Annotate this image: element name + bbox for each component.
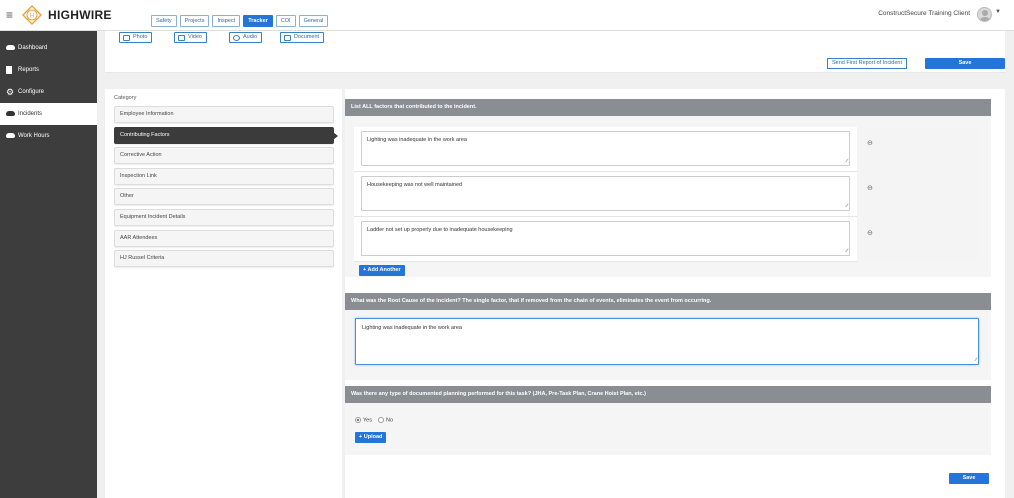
image-icon bbox=[123, 34, 130, 41]
nav-tabs: Safety Projects Inspect Tracker COI Gene… bbox=[151, 15, 329, 27]
audio-button[interactable]: Audio bbox=[229, 32, 263, 43]
video-button[interactable]: Video bbox=[174, 32, 207, 43]
cloud-icon bbox=[6, 110, 15, 118]
document-icon bbox=[284, 34, 291, 41]
hamburger-menu-icon[interactable]: ≡ bbox=[6, 9, 13, 21]
tab-inspect[interactable]: Inspect bbox=[212, 15, 241, 27]
radio-selected-icon bbox=[355, 417, 361, 423]
sidebar-item-configure[interactable]: ⚙ Configure bbox=[0, 81, 97, 103]
category-employee-information[interactable]: Employee Information bbox=[114, 106, 334, 123]
factor-textarea[interactable]: Ladder not set up properly due to inadeq… bbox=[361, 221, 850, 256]
upload-button[interactable]: + Upload bbox=[355, 432, 387, 443]
tab-safety[interactable]: Safety bbox=[151, 15, 177, 27]
avatar[interactable] bbox=[977, 7, 992, 22]
tab-projects[interactable]: Projects bbox=[179, 15, 210, 27]
cloud-icon bbox=[6, 44, 15, 52]
main-content: Photo Video Audio Document Send First Re… bbox=[97, 31, 1014, 498]
factor-row: Lighting was inadequate in the work area… bbox=[354, 127, 977, 172]
remove-circle-icon[interactable]: ⊖ bbox=[867, 139, 873, 147]
category-hj-russel-criteria[interactable]: HJ Russel Criteria bbox=[114, 250, 334, 268]
category-inspection-link[interactable]: Inspection Link bbox=[114, 167, 334, 185]
incident-form: List ALL factors that contributed to the… bbox=[345, 89, 1005, 498]
category-other[interactable]: Other bbox=[114, 188, 334, 206]
planning-radio-group: Yes No bbox=[355, 417, 393, 423]
tab-general[interactable]: General bbox=[298, 15, 329, 27]
add-another-button[interactable]: + Add Another bbox=[359, 265, 405, 276]
sidebar-item-work-hours[interactable]: Work Hours bbox=[0, 125, 97, 147]
factors-section: Lighting was inadequate in the work area… bbox=[345, 116, 991, 277]
cloud-icon bbox=[6, 132, 15, 140]
photo-button[interactable]: Photo bbox=[119, 32, 153, 43]
radio-no[interactable]: No bbox=[377, 417, 393, 423]
category-panel: Category Employee Information Contributi… bbox=[105, 89, 342, 498]
user-silhouette-icon bbox=[982, 10, 988, 16]
remove-circle-icon[interactable]: ⊖ bbox=[867, 229, 873, 237]
planning-header: Was there any type of documented plannin… bbox=[345, 386, 991, 403]
sidebar-item-label: Dashboard bbox=[18, 45, 48, 51]
root-cause-textarea[interactable]: Lighting was inadequate in the work area… bbox=[355, 318, 979, 365]
radio-empty-icon bbox=[377, 417, 384, 423]
media-upload-bar: Photo Video Audio Document Send First Re… bbox=[105, 31, 1005, 73]
highwire-logo-icon: H bbox=[22, 5, 42, 25]
sidebar: Dashboard Reports ⚙ Configure Incidents … bbox=[0, 31, 97, 498]
category-list: Employee Information Contributing Factor… bbox=[114, 106, 338, 271]
sidebar-item-incidents[interactable]: Incidents bbox=[0, 103, 97, 125]
factor-row: Ladder not set up properly due to inadeq… bbox=[354, 217, 977, 262]
factors-header: List ALL factors that contributed to the… bbox=[345, 99, 991, 116]
gear-icon: ⚙ bbox=[6, 87, 15, 97]
resize-grip-icon[interactable]: ∕∕ bbox=[975, 358, 977, 363]
planning-section: Yes No + Upload bbox=[345, 403, 991, 455]
sidebar-item-label: Work Hours bbox=[18, 133, 50, 139]
save-button[interactable]: Save bbox=[949, 473, 989, 484]
audio-icon bbox=[233, 34, 240, 41]
resize-grip-icon[interactable]: ∕∕ bbox=[846, 249, 848, 254]
sidebar-item-reports[interactable]: Reports bbox=[0, 59, 97, 81]
factor-textarea[interactable]: Housekeeping was not well maintained ∕∕ bbox=[361, 176, 850, 211]
brand-name: HIGHWIRE bbox=[48, 8, 112, 22]
category-title: Category bbox=[114, 95, 137, 101]
send-first-report-button[interactable]: Send First Report of Incident bbox=[827, 58, 908, 69]
category-equipment-incident-details[interactable]: Equipment Incident Details bbox=[114, 208, 334, 226]
svg-text:H: H bbox=[30, 14, 34, 20]
category-corrective-action[interactable]: Corrective Action bbox=[114, 147, 334, 165]
sidebar-item-dashboard[interactable]: Dashboard bbox=[0, 37, 97, 59]
root-cause-section: Lighting was inadequate in the work area… bbox=[345, 310, 991, 380]
document-button[interactable]: Document bbox=[280, 32, 325, 43]
document-icon bbox=[6, 66, 14, 74]
resize-grip-icon[interactable]: ∕∕ bbox=[846, 204, 848, 209]
category-contributing-factors[interactable]: Contributing Factors bbox=[114, 126, 338, 144]
caret-down-icon[interactable]: ▼ bbox=[995, 9, 1001, 15]
tab-coi[interactable]: COI bbox=[275, 15, 296, 27]
resize-grip-icon[interactable]: ∕∕ bbox=[846, 159, 848, 164]
root-cause-header: What was the Root Cause of the incident?… bbox=[345, 293, 991, 310]
tab-tracker[interactable]: Tracker bbox=[243, 15, 273, 27]
factor-textarea[interactable]: Lighting was inadequate in the work area… bbox=[361, 131, 850, 166]
radio-yes[interactable]: Yes bbox=[355, 417, 372, 423]
remove-circle-icon[interactable]: ⊖ bbox=[867, 184, 873, 192]
client-name: ConstructSecure Training Client bbox=[878, 10, 970, 17]
sidebar-item-label: Incidents bbox=[18, 111, 43, 117]
category-aar-attendees[interactable]: AAR Attendees bbox=[114, 229, 334, 247]
save-button[interactable]: Save bbox=[925, 58, 1005, 69]
sidebar-item-label: Configure bbox=[18, 89, 45, 95]
factor-row: Housekeeping was not well maintained ∕∕ … bbox=[354, 172, 977, 217]
top-bar: ≡ H HIGHWIRE Safety Projects Inspect Tra… bbox=[0, 0, 1014, 31]
film-icon bbox=[178, 34, 185, 41]
sidebar-item-label: Reports bbox=[18, 67, 40, 73]
